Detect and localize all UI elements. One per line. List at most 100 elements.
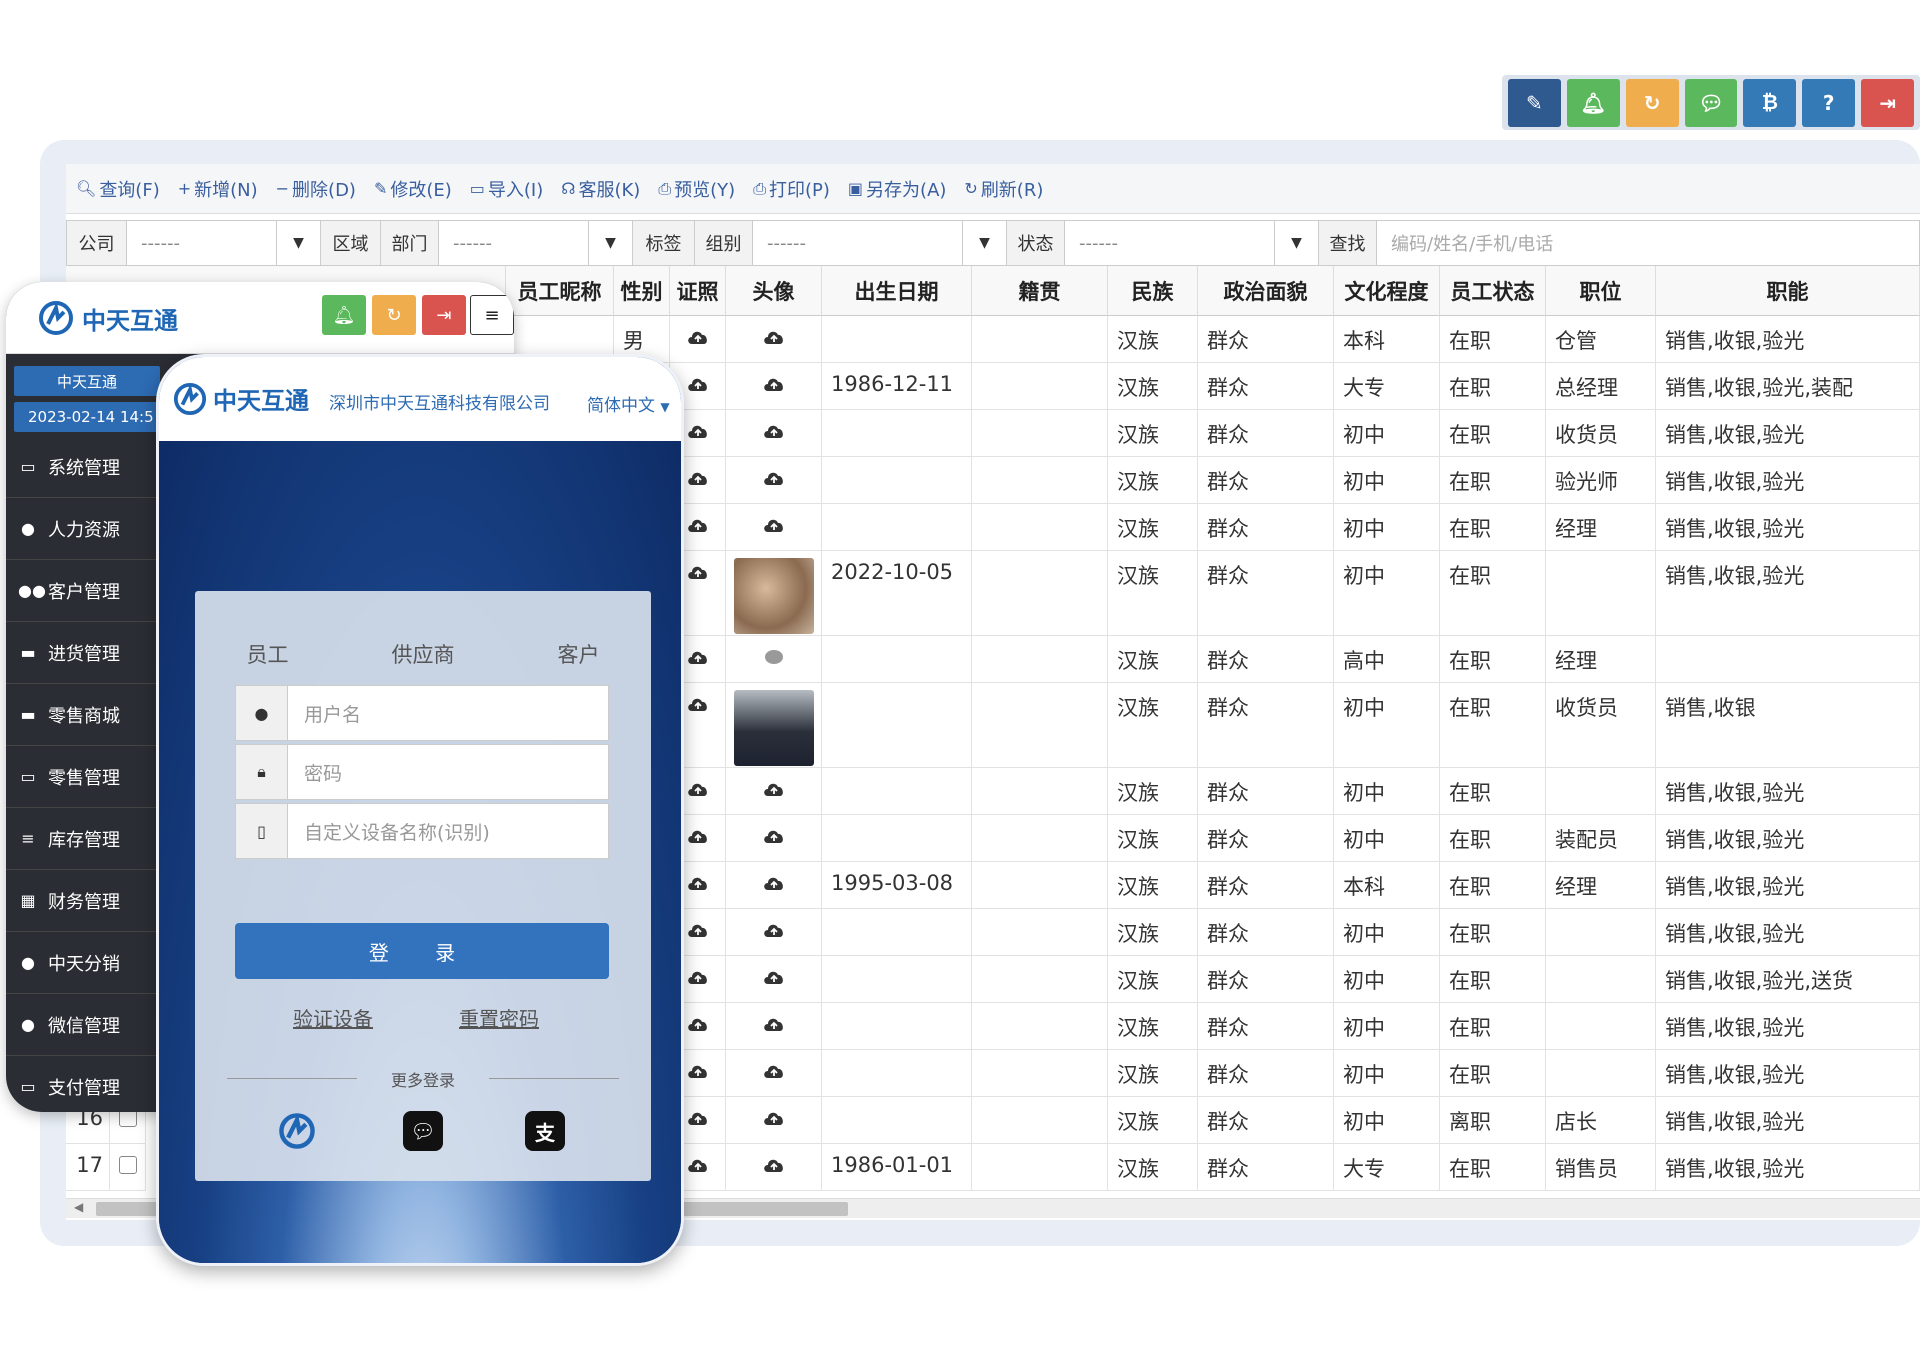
table-cell-avatar[interactable]: [726, 636, 822, 683]
toolbar-item[interactable]: 🔍︎ 查询(F): [76, 176, 160, 202]
sidebar-item[interactable]: ▭ 零售管理: [6, 746, 156, 808]
login-button[interactable]: 登 录: [235, 923, 609, 979]
cloud-upload-icon[interactable]: [686, 647, 710, 667]
cloud-upload-icon[interactable]: [686, 920, 710, 940]
table-cell-avatar[interactable]: [726, 316, 822, 363]
sidebar-item[interactable]: ▭ 系统管理: [6, 436, 156, 498]
column-header-nickname[interactable]: 员工昵称: [506, 266, 614, 316]
column-header-avatar[interactable]: 头像: [726, 266, 822, 316]
cloud-upload-icon[interactable]: [762, 873, 786, 893]
cloud-upload-icon[interactable]: [686, 1155, 710, 1175]
table-cell-avatar[interactable]: [726, 551, 822, 636]
table-cell-license[interactable]: [670, 316, 726, 363]
sidebar-item[interactable]: ▭ 支付管理: [6, 1056, 156, 1112]
cloud-upload-icon[interactable]: [762, 1014, 786, 1034]
column-header-gender[interactable]: 性别: [614, 266, 670, 316]
toolbar-item[interactable]: ☊ 客服(K): [561, 176, 640, 202]
refresh-button[interactable]: ↻: [372, 295, 416, 335]
tab-employee[interactable]: 员工: [247, 639, 289, 669]
alipay-login-button[interactable]: 支: [525, 1111, 565, 1151]
cloud-upload-icon[interactable]: [686, 1014, 710, 1034]
cloud-upload-icon[interactable]: [686, 694, 710, 714]
cloud-upload-icon[interactable]: [686, 1108, 710, 1128]
cloud-upload-icon[interactable]: [686, 515, 710, 535]
sidebar-item[interactable]: ▬ 零售商城: [6, 684, 156, 746]
row-checkbox[interactable]: [110, 1144, 146, 1191]
table-cell-avatar[interactable]: [726, 862, 822, 909]
toolbar-item[interactable]: ↻ 刷新(R): [964, 176, 1043, 202]
cloud-upload-icon[interactable]: [762, 1155, 786, 1175]
scroll-left-icon[interactable]: ◀: [74, 1200, 83, 1214]
cloud-upload-icon[interactable]: [686, 1061, 710, 1081]
cloud-upload-icon[interactable]: [686, 967, 710, 987]
menu-button[interactable]: ≡: [470, 295, 514, 335]
column-header-political[interactable]: 政治面貌: [1198, 266, 1334, 316]
sidebar-item[interactable]: ≡ 库存管理: [6, 808, 156, 870]
toolbar-item[interactable]: ✎ 修改(E): [374, 176, 452, 202]
sidebar-item[interactable]: ● 微信管理: [6, 994, 156, 1056]
cloud-upload-icon[interactable]: [686, 421, 710, 441]
sidebar-item[interactable]: ▬ 进货管理: [6, 622, 156, 684]
toolbar-item[interactable]: ⎙ 预览(Y): [658, 176, 735, 202]
cloud-upload-icon[interactable]: [762, 779, 786, 799]
checkbox-icon[interactable]: [118, 1156, 137, 1174]
cloud-upload-icon[interactable]: [686, 468, 710, 488]
table-cell-avatar[interactable]: [726, 504, 822, 551]
column-header-duty[interactable]: 职能: [1656, 266, 1920, 316]
table-cell-avatar[interactable]: [726, 1097, 822, 1144]
search-input[interactable]: 编码/姓名/手机/电话: [1377, 221, 1577, 265]
bitcoin-button[interactable]: ₿: [1743, 78, 1797, 127]
toolbar-item[interactable]: − 删除(D): [276, 176, 356, 202]
password-field[interactable]: 🔒︎ 密码: [235, 744, 609, 800]
cloud-upload-icon[interactable]: [686, 327, 710, 347]
refresh-button[interactable]: ↻: [1625, 78, 1679, 127]
avatar-photo[interactable]: [733, 690, 814, 766]
tab-customer[interactable]: 客户: [558, 639, 600, 669]
table-cell-avatar[interactable]: [726, 457, 822, 504]
column-header-birth[interactable]: 出生日期: [822, 266, 972, 316]
toolbar-item[interactable]: ▭ 导入(I): [470, 176, 543, 202]
column-header-nation[interactable]: 民族: [1108, 266, 1198, 316]
table-cell-avatar[interactable]: [726, 410, 822, 457]
avatar-photo[interactable]: [733, 558, 814, 634]
cloud-upload-icon[interactable]: [762, 515, 786, 535]
verify-device-link[interactable]: 验证设备: [293, 1003, 373, 1032]
column-header-license[interactable]: 证照: [670, 266, 726, 316]
cloud-upload-icon[interactable]: [762, 1108, 786, 1128]
status-dropdown-arrow[interactable]: ▼: [1275, 221, 1319, 265]
toolbar-item[interactable]: ⎙ 打印(P): [753, 176, 830, 202]
table-cell-avatar[interactable]: [726, 956, 822, 1003]
table-cell-avatar[interactable]: [726, 683, 822, 768]
group-select[interactable]: ------: [753, 221, 963, 265]
dept-select[interactable]: ------: [439, 221, 589, 265]
table-cell-avatar[interactable]: [726, 1003, 822, 1050]
cloud-upload-icon[interactable]: [686, 873, 710, 893]
cloud-upload-icon[interactable]: [762, 920, 786, 940]
column-header-edu[interactable]: 文化程度: [1334, 266, 1440, 316]
reset-password-link[interactable]: 重置密码: [459, 1003, 539, 1032]
group-dropdown-arrow[interactable]: ▼: [963, 221, 1007, 265]
device-name-field[interactable]: ▯ 自定义设备名称(识别): [235, 803, 609, 859]
cloud-upload-icon[interactable]: [762, 374, 786, 394]
cloud-upload-icon[interactable]: [686, 779, 710, 799]
cloud-upload-icon[interactable]: [762, 1061, 786, 1081]
sidebar-item[interactable]: ●● 客户管理: [6, 560, 156, 622]
table-cell-avatar[interactable]: [726, 909, 822, 956]
toolbar-item[interactable]: ▣ 另存为(A): [848, 176, 946, 202]
language-select[interactable]: 简体中文 ▼: [587, 391, 670, 416]
status-select[interactable]: ------: [1065, 221, 1275, 265]
logout-button[interactable]: ⇥: [1861, 78, 1915, 127]
table-cell-avatar[interactable]: [726, 1050, 822, 1097]
cloud-upload-icon[interactable]: [686, 374, 710, 394]
table-cell-avatar[interactable]: [726, 1144, 822, 1191]
wechat-button[interactable]: 💬︎: [1684, 78, 1738, 127]
cloud-upload-icon[interactable]: [762, 421, 786, 441]
table-cell-avatar[interactable]: [726, 363, 822, 410]
dept-dropdown-arrow[interactable]: ▼: [589, 221, 633, 265]
cloud-upload-icon[interactable]: [762, 826, 786, 846]
brand-login-button[interactable]: [277, 1111, 317, 1151]
cloud-upload-icon[interactable]: [762, 327, 786, 347]
column-header-status[interactable]: 员工状态: [1440, 266, 1546, 316]
column-header-native[interactable]: 籍贯: [972, 266, 1108, 316]
toolbar-item[interactable]: + 新增(N): [178, 176, 258, 202]
